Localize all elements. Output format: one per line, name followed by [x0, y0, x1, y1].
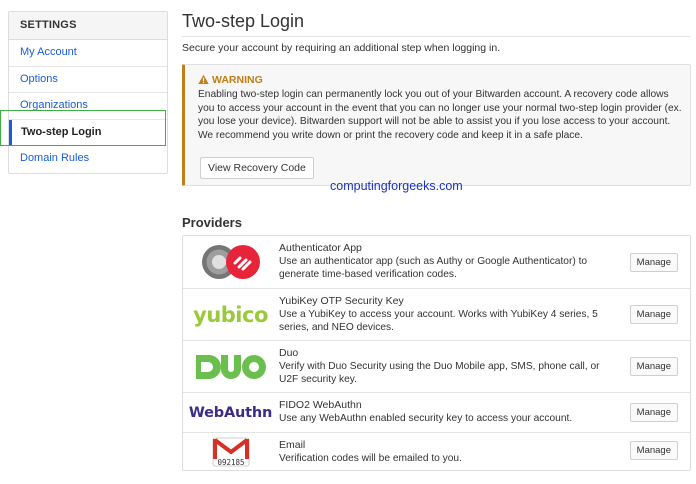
manage-authenticator-button[interactable]: Manage	[629, 253, 678, 272]
page-title: Two-step Login	[182, 11, 305, 31]
webauthn-logo: WebAuthn	[183, 393, 278, 432]
webauthn-logo-text: WebAuthn	[188, 404, 273, 421]
provider-name: Duo	[279, 347, 299, 359]
duo-logo	[183, 341, 278, 392]
sidebar-item-two-step-login[interactable]: Two-step Login	[9, 119, 167, 146]
warning-callout: WARNING Enabling two-step login can perm…	[182, 64, 691, 186]
title-divider	[182, 36, 690, 37]
provider-row-authenticator: Authenticator App Use an authenticator a…	[183, 236, 690, 289]
provider-row-yubikey: yubico YubiKey OTP Security Key Use a Yu…	[183, 289, 690, 341]
provider-info: Authenticator App Use an authenticator a…	[279, 242, 609, 281]
sidebar-item-options[interactable]: Options	[9, 67, 167, 93]
yubico-logo-text: yubico	[193, 302, 268, 327]
sidebar-item-my-account[interactable]: My Account	[9, 40, 167, 67]
authenticator-icon	[201, 245, 260, 279]
provider-description: Use a YubiKey to access your account. Wo…	[279, 309, 598, 333]
watermark-text: computingforgeeks.com	[330, 179, 463, 193]
provider-name: Email	[279, 439, 306, 451]
gmail-envelope-icon: 092185	[212, 437, 249, 467]
provider-row-duo: Duo Verify with Duo Security using the D…	[183, 341, 690, 393]
manage-email-button[interactable]: Manage	[629, 441, 678, 460]
sidebar-item-organizations[interactable]: Organizations	[9, 93, 167, 120]
sidebar-header: SETTINGS	[9, 12, 167, 40]
provider-info: FIDO2 WebAuthn Use any WebAuthn enabled …	[279, 399, 609, 425]
warning-text: Enabling two-step login can permanently …	[198, 89, 682, 141]
provider-name: Authenticator App	[279, 242, 362, 254]
sidebar-item-domain-rules[interactable]: Domain Rules	[9, 146, 167, 173]
warning-title-label: WARNING	[212, 73, 263, 86]
providers-list: Authenticator App Use an authenticator a…	[182, 235, 691, 471]
provider-row-webauthn: WebAuthn FIDO2 WebAuthn Use any WebAuthn…	[183, 393, 690, 433]
page-intro: Secure your account by requiring an addi…	[182, 42, 501, 54]
view-recovery-code-button[interactable]: View Recovery Code	[200, 157, 314, 179]
email-logo-code: 092185	[217, 458, 244, 467]
settings-sidebar: SETTINGS My Account Options Organization…	[8, 11, 168, 174]
provider-info: YubiKey OTP Security Key Use a YubiKey t…	[279, 295, 609, 334]
provider-description: Use any WebAuthn enabled security key to…	[279, 413, 573, 424]
manage-yubikey-button[interactable]: Manage	[629, 305, 678, 324]
provider-name: FIDO2 WebAuthn	[279, 399, 362, 411]
provider-info: Email Verification codes will be emailed…	[279, 439, 609, 465]
provider-description: Verification codes will be emailed to yo…	[279, 453, 462, 464]
email-logo: 092185	[183, 433, 278, 470]
warning-icon	[198, 74, 209, 84]
provider-info: Duo Verify with Duo Security using the D…	[279, 347, 609, 386]
provider-name: YubiKey OTP Security Key	[279, 295, 404, 307]
yubico-logo: yubico	[183, 289, 278, 340]
provider-row-email: 092185 Email Verification codes will be …	[183, 433, 690, 470]
manage-duo-button[interactable]: Manage	[629, 357, 678, 376]
manage-webauthn-button[interactable]: Manage	[629, 403, 678, 422]
provider-description: Verify with Duo Security using the Duo M…	[279, 361, 600, 385]
duo-icon	[195, 354, 266, 379]
warning-title: WARNING	[198, 72, 678, 87]
provider-description: Use an authenticator app (such as Authy …	[279, 256, 588, 280]
authenticator-logo	[183, 236, 278, 288]
providers-heading: Providers	[182, 215, 242, 230]
